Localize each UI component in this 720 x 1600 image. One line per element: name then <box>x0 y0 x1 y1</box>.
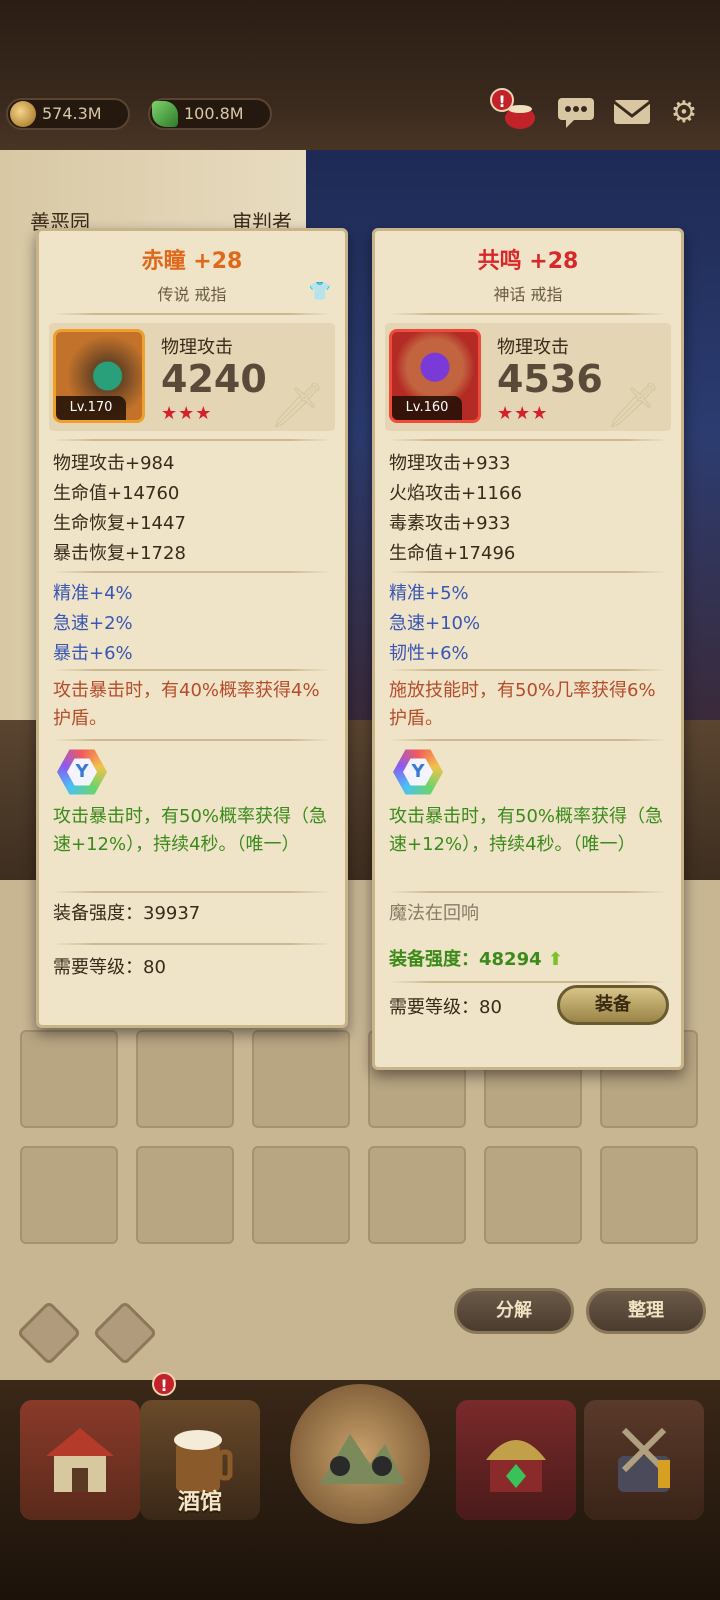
bonus-stat: 韧性+6% <box>389 643 469 664</box>
item-card-compare: 共鸣 +28 神话 戒指 Lv.160 物理攻击 4536 ★★★ 🗡 物理攻击… <box>372 228 684 1070</box>
required-level: 需要等级：80 <box>53 957 166 978</box>
item-type: 神话 戒指 <box>493 285 563 304</box>
item-power-text: 装备强度：48294 <box>389 949 542 970</box>
item-level: Lv.170 <box>56 396 126 420</box>
sword-icon: 🗡 <box>605 380 661 431</box>
gem-effect: 攻击暴击时，有50%概率获得（急速+12%），持续4秒。（唯一） <box>389 806 664 855</box>
ring-icon: Lv.170 <box>53 329 145 423</box>
bonus-stat: 急速+2% <box>53 613 133 634</box>
item-header: Lv.160 物理攻击 4536 ★★★ 🗡 <box>385 323 671 431</box>
main-stat-label: 物理攻击 <box>497 337 569 358</box>
item-name: 赤瞳 +28 <box>141 249 243 274</box>
nav-tavern-label: 酒馆 <box>177 1490 222 1515</box>
sword-icon: 🗡 <box>269 380 325 431</box>
ring-icon: Lv.160 <box>389 329 481 423</box>
bonus-stat: 暴击+6% <box>53 643 133 664</box>
arrow-up-icon: ⬆ <box>547 949 563 970</box>
base-stat: 火焰攻击+1166 <box>389 483 522 504</box>
inventory-slot[interactable] <box>252 1146 350 1244</box>
item-level: Lv.160 <box>392 396 462 420</box>
coin-counter[interactable]: 574.3M <box>6 98 130 130</box>
shirt-icon[interactable]: 👕 <box>309 281 331 302</box>
magic-echo-text: 魔法在回响 <box>389 903 479 924</box>
item-name: 共鸣 +28 <box>477 249 579 274</box>
item-type: 传说 戒指 <box>157 285 227 304</box>
gem-value: 100.8M <box>184 104 244 123</box>
star-rating: ★★★ <box>497 403 549 424</box>
item-header: Lv.170 物理攻击 4240 ★★★ 🗡 <box>49 323 335 431</box>
coin-value: 574.3M <box>42 104 102 123</box>
filter-armor-button[interactable] <box>16 1300 82 1366</box>
gear-icon[interactable]: ⚙ <box>664 92 704 132</box>
item-card-current: 赤瞳 +28 传说 戒指 👕 Lv.170 物理攻击 4240 ★★★ 🗡 物理… <box>36 228 348 1028</box>
base-stat: 暴击恢复+1728 <box>53 543 186 564</box>
item-effect: 攻击暴击时，有40%概率获得4%护盾。 <box>53 680 320 729</box>
main-stat-value: 4536 <box>497 357 603 401</box>
top-bar: 574.3M 100.8M ! ⚙ <box>0 0 720 150</box>
leaf-gem-icon <box>152 101 178 127</box>
alert-badge: ! <box>490 88 514 112</box>
mail-icon[interactable] <box>612 92 652 132</box>
base-stat: 生命值+14760 <box>53 483 180 504</box>
base-stat: 生命值+17496 <box>389 543 516 564</box>
gem-counter[interactable]: 100.8M <box>148 98 272 130</box>
inventory-slot[interactable] <box>484 1146 582 1244</box>
item-effect: 施放技能时，有50%几率获得6%护盾。 <box>389 680 656 729</box>
main-stat-value: 4240 <box>161 357 267 401</box>
inventory-slot[interactable] <box>20 1030 118 1128</box>
bonus-stat: 精准+4% <box>53 583 133 604</box>
nav-shop[interactable] <box>456 1400 576 1520</box>
inventory-slot[interactable] <box>136 1146 234 1244</box>
required-level: 需要等级：80 <box>389 997 502 1018</box>
rune-gem-icon: Y <box>57 749 107 795</box>
decompose-button[interactable]: 分解 <box>454 1288 574 1334</box>
base-stat: 生命恢复+1447 <box>53 513 186 534</box>
bonus-stat: 急速+10% <box>389 613 481 634</box>
nav-forge[interactable] <box>584 1400 704 1520</box>
rune-gem-icon: Y <box>393 749 443 795</box>
item-power: 装备强度：48294 ⬆ <box>389 945 563 971</box>
gem-effect: 攻击暴击时，有50%概率获得（急速+12%），持续4秒。（唯一） <box>53 806 328 855</box>
tavern-alert-badge: ! <box>152 1372 176 1396</box>
equip-button[interactable]: 装备 <box>557 985 669 1025</box>
base-stat: 物理攻击+984 <box>53 453 175 474</box>
inventory-slot[interactable] <box>252 1030 350 1128</box>
sort-button[interactable]: 整理 <box>586 1288 706 1334</box>
base-stat: 物理攻击+933 <box>389 453 511 474</box>
bottom-nav: ! 酒馆 <box>0 1372 720 1600</box>
inventory-slot[interactable] <box>136 1030 234 1128</box>
main-stat-label: 物理攻击 <box>161 337 233 358</box>
base-stat: 毒素攻击+933 <box>389 513 511 534</box>
nav-adventure[interactable] <box>290 1384 430 1524</box>
inventory-slot[interactable] <box>600 1146 698 1244</box>
coin-icon <box>10 101 36 127</box>
nav-house[interactable] <box>20 1400 140 1520</box>
filter-weapon-button[interactable] <box>92 1300 158 1366</box>
inventory-slot[interactable] <box>20 1146 118 1244</box>
chat-icon[interactable] <box>556 92 596 132</box>
item-power: 装备强度：39937 <box>53 903 201 924</box>
star-rating: ★★★ <box>161 403 213 424</box>
bonus-stat: 精准+5% <box>389 583 469 604</box>
inventory-slot[interactable] <box>368 1146 466 1244</box>
